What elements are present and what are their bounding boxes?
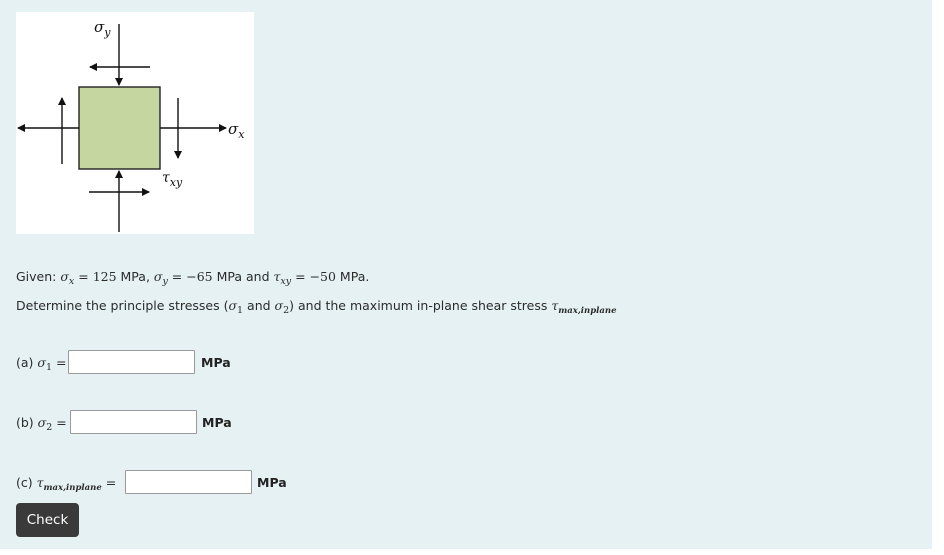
tau-max-inplane-input[interactable] xyxy=(125,470,252,494)
answer-a-label: (a) σ1 = xyxy=(16,355,67,373)
given-statement: Given: σx = 125 MPa, σy = −65 MPa and τx… xyxy=(16,269,370,287)
sigma-y-label: σy xyxy=(94,18,111,39)
answer-b-unit: MPa xyxy=(202,415,232,430)
tau-xy-label: τxy xyxy=(162,170,183,189)
stress-element-square xyxy=(78,86,161,170)
answer-b-label: (b) σ2 = xyxy=(16,415,67,433)
stress-element-figure: σy σx τxy xyxy=(16,12,254,234)
answer-a-unit: MPa xyxy=(201,355,231,370)
answer-c-label: (c) τmax,inplane = xyxy=(16,475,117,493)
sigma-x-label: σx xyxy=(228,120,245,141)
answer-c-unit: MPa xyxy=(257,475,287,490)
question-statement: Determine the principle stresses (σ1 and… xyxy=(16,298,617,316)
check-button[interactable]: Check xyxy=(16,503,79,537)
problem-panel: σy σx τxy Given: σx = 125 MPa, σy = −65 … xyxy=(0,0,932,549)
sigma-1-input[interactable] xyxy=(68,350,195,374)
sigma-2-input[interactable] xyxy=(70,410,197,434)
stress-element-diagram: σy σx τxy xyxy=(17,18,245,232)
